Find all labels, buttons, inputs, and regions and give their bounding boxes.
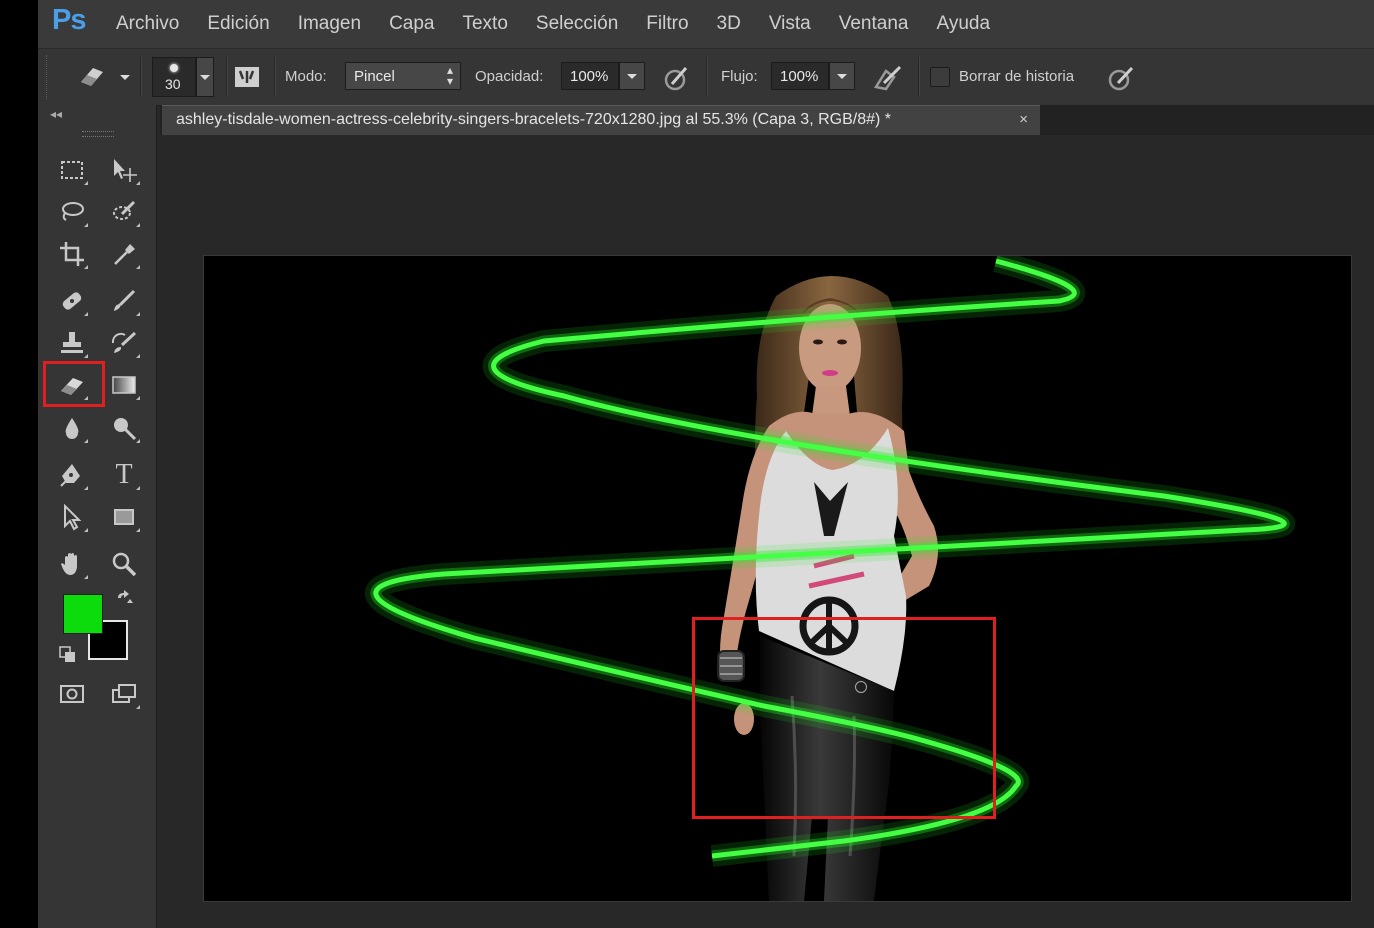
document-tab-close-icon[interactable]: ×	[1019, 111, 1028, 128]
brush-size-dropdown[interactable]	[196, 57, 214, 97]
mode-select-value: Pincel	[354, 68, 395, 85]
toolbox: ◂◂ T	[38, 105, 157, 928]
crop-tool-icon[interactable]	[52, 235, 92, 273]
menu-ventana[interactable]: Ventana	[825, 0, 923, 48]
opacity-input[interactable]: 100%	[561, 62, 619, 90]
mode-label: Modo:	[285, 68, 327, 85]
healing-brush-tool-icon[interactable]	[52, 282, 92, 320]
menu-seleccion[interactable]: Selección	[522, 0, 632, 48]
path-selection-tool-icon[interactable]	[52, 498, 92, 536]
eyedropper-tool-icon[interactable]	[104, 235, 144, 273]
menu-imagen[interactable]: Imagen	[284, 0, 375, 48]
menu-filtro[interactable]: Filtro	[632, 0, 702, 48]
flow-input[interactable]: 100%	[771, 62, 829, 90]
menu-items: Archivo Edición Imagen Capa Texto Selecc…	[102, 0, 1004, 48]
history-brush-tool-icon[interactable]	[104, 324, 144, 362]
mode-stepper-icon: ▴ ▾	[446, 63, 453, 88]
gradient-tool-icon[interactable]	[104, 366, 144, 404]
erase-history-label: Borrar de historia	[959, 68, 1075, 85]
foreground-color-swatch[interactable]	[63, 594, 103, 634]
hand-tool-icon[interactable]	[52, 545, 92, 583]
default-colors-icon[interactable]	[58, 645, 78, 665]
dodge-tool-icon[interactable]	[104, 409, 144, 447]
options-grip	[46, 55, 48, 99]
opacity-pressure-icon[interactable]	[662, 63, 692, 93]
menu-archivo[interactable]: Archivo	[102, 0, 193, 48]
zoom-tool-icon[interactable]	[104, 545, 144, 583]
erase-history-checkbox[interactable]	[930, 67, 950, 87]
blur-tool-icon[interactable]	[52, 409, 92, 447]
menu-bar: Ps Archivo Edición Imagen Capa Texto Sel…	[38, 0, 1374, 48]
flow-dropdown[interactable]	[829, 62, 855, 90]
menu-texto[interactable]: Texto	[448, 0, 521, 48]
marquee-tool-icon[interactable]	[52, 151, 92, 189]
opacity-label: Opacidad:	[475, 68, 544, 85]
screen-mode-icon[interactable]	[104, 675, 144, 713]
brush-size-value: 30	[165, 76, 181, 92]
menu-3d[interactable]: 3D	[703, 0, 755, 48]
ps-logo: Ps	[52, 4, 86, 36]
brush-panel-toggle-icon[interactable]	[233, 63, 261, 91]
menu-edicion[interactable]: Edición	[193, 0, 283, 48]
pressure-size-icon[interactable]	[1106, 63, 1136, 93]
menu-vista[interactable]: Vista	[755, 0, 825, 48]
tool-preset-eraser-icon[interactable]	[76, 63, 108, 91]
move-tool-icon[interactable]	[104, 151, 144, 189]
document-tab-title: ashley-tisdale-women-actress-celebrity-s…	[176, 111, 891, 128]
options-bar: 30 Modo: Pincel ▴ ▾ Opacidad: 100% Flujo:…	[38, 48, 1374, 106]
rectangle-tool-icon[interactable]	[104, 498, 144, 536]
erase-area-highlight	[692, 617, 996, 819]
menu-capa[interactable]: Capa	[375, 0, 448, 48]
brush-tool-icon[interactable]	[104, 282, 144, 320]
quick-selection-tool-icon[interactable]	[104, 193, 144, 231]
document-tab-strip: ashley-tisdale-women-actress-celebrity-s…	[160, 105, 1374, 135]
photoshop-window: Ps Archivo Edición Imagen Capa Texto Sel…	[38, 0, 1374, 928]
toolbox-collapse-icon[interactable]: ◂◂	[50, 107, 62, 121]
menu-ayuda[interactable]: Ayuda	[922, 0, 1004, 48]
mode-select[interactable]: Pincel ▴ ▾	[345, 62, 461, 90]
tool-preset-dropdown-arrow[interactable]	[120, 75, 130, 80]
brush-size-preview[interactable]: 30	[152, 57, 196, 97]
quick-mask-icon[interactable]	[52, 675, 92, 713]
airbrush-icon[interactable]	[872, 63, 904, 93]
document-tab[interactable]: ashley-tisdale-women-actress-celebrity-s…	[162, 105, 1040, 135]
flow-label: Flujo:	[721, 68, 758, 85]
pen-tool-icon[interactable]	[52, 456, 92, 494]
lasso-tool-icon[interactable]	[52, 193, 92, 231]
type-tool-icon[interactable]: T	[104, 456, 144, 494]
eraser-tool-highlight	[43, 361, 105, 407]
opacity-dropdown[interactable]	[619, 62, 645, 90]
canvas-area	[158, 135, 1374, 928]
clone-stamp-tool-icon[interactable]	[52, 324, 92, 362]
swap-colors-icon[interactable]	[114, 589, 134, 609]
toolbox-grip	[82, 131, 114, 137]
